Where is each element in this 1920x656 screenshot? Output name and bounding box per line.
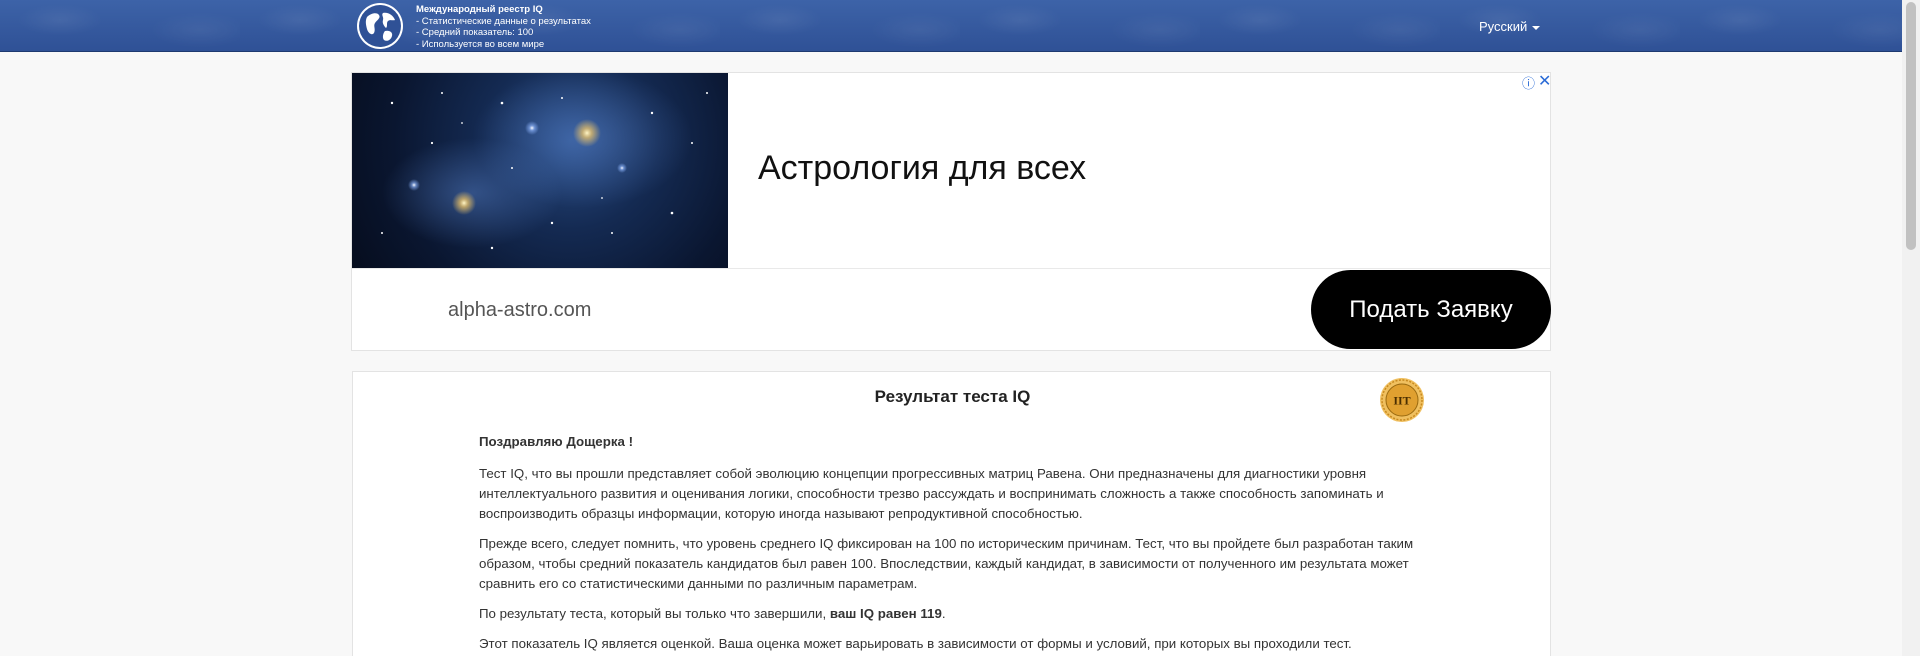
brand-line: - Статистические данные о результатах (416, 15, 591, 27)
brand-title: Международный реестр IQ (416, 4, 543, 15)
site-header: Международный реестр IQ - Статистические… (0, 0, 1902, 52)
language-label: Русский (1479, 19, 1528, 34)
caret-down-icon (1532, 25, 1541, 30)
paragraph-score: По результату теста, который вы только ч… (479, 604, 1419, 624)
brand-line: - Используется во всем мире (416, 38, 545, 50)
page-scrollbar[interactable] (1902, 0, 1920, 656)
ad-apply-button[interactable]: Подать Заявку (1311, 270, 1551, 349)
brand-block: Международный реестр IQ - Статистические… (416, 4, 591, 50)
ad-info-icon[interactable]: ⓘ (1522, 73, 1535, 92)
ad-headline[interactable]: Астрология для всех (758, 149, 1086, 188)
brand-line: - Средний показатель: 100 (416, 27, 534, 38)
advertisement[interactable]: Астрология для всех alpha-astro.com Пода… (351, 72, 1551, 351)
score-suffix: . (941, 606, 946, 621)
globe-logo-icon[interactable] (357, 3, 403, 49)
scrollbar-thumb[interactable] (1906, 2, 1916, 250)
page: Международный реестр IQ - Статистические… (0, 0, 1920, 656)
result-panel: Результат теста IQ IIT Поздравляю Дощерк… (352, 371, 1551, 656)
greeting: Поздравляю Дощерка ! (479, 434, 633, 449)
ad-divider (352, 268, 1550, 269)
paragraph-estimate: Этот показатель IQ является оценкой. Ваш… (479, 636, 1352, 651)
language-dropdown[interactable]: Русский (1479, 19, 1541, 34)
score-prefix: По результату теста, который вы только ч… (479, 606, 830, 621)
ad-starfield-image[interactable] (352, 73, 728, 268)
result-title: Результат теста IQ (874, 387, 1031, 406)
badge-text: IIT (1393, 394, 1410, 408)
paragraph-average: Прежде всего, следует помнить, что урове… (479, 536, 1414, 591)
ad-domain[interactable]: alpha-astro.com (448, 299, 591, 322)
iit-badge-icon: IIT (1379, 377, 1425, 423)
result-content: Поздравляю Дощерка ! Тест IQ, что вы про… (479, 432, 1419, 656)
paragraph-intro: Тест IQ, что вы прошли представляет собо… (479, 466, 1384, 521)
iq-score: ваш IQ равен 119 (829, 606, 942, 621)
ad-close-icon[interactable]: ✕ (1538, 71, 1551, 91)
header-map-pattern (0, 0, 1902, 51)
